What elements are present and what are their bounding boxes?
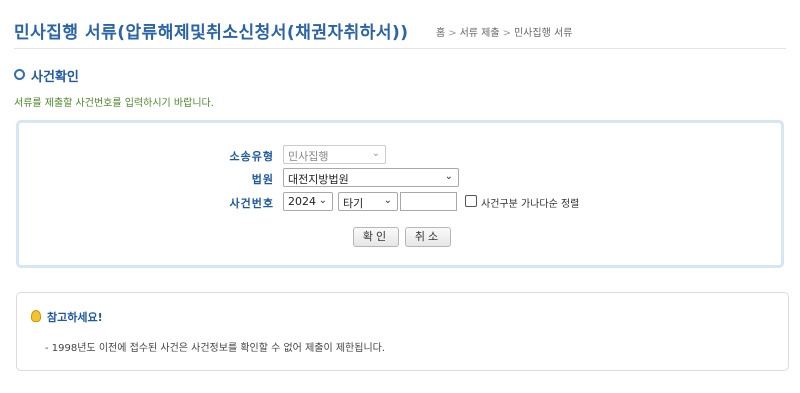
case-type-select[interactable]: 민사집행 ⌄ — [283, 145, 386, 164]
section-title-text: 사건확인 — [31, 70, 79, 85]
case-year-select[interactable]: 2024 ⌄ — [283, 192, 333, 211]
case-number-input[interactable] — [400, 192, 457, 211]
notice-text: - 1998년도 이전에 접수된 사건은 사건정보를 확인할 수 없어 제출이 … — [45, 343, 386, 354]
case-type-label: 소송유형 — [229, 150, 274, 163]
chevron-down-icon: ⌄ — [371, 148, 380, 159]
case-type-value: 민사집행 — [288, 150, 329, 163]
lightbulb-icon — [31, 310, 41, 322]
section-title: 사건확인 — [14, 66, 79, 85]
cancel-button[interactable]: 취소 — [405, 227, 451, 247]
case-type-code-value: 타기 — [343, 197, 364, 210]
case-type-row: 소송유형 민사집행 ⌄ — [19, 145, 781, 165]
court-label: 법원 — [251, 173, 274, 186]
breadcrumb-home[interactable]: 홈 — [436, 28, 445, 39]
court-value: 대전지방법원 — [288, 173, 349, 186]
case-number-label: 사건번호 — [229, 197, 274, 210]
chevron-down-icon: ⌄ — [383, 195, 392, 206]
breadcrumb-document-submission[interactable]: 서류 제출 — [460, 28, 500, 39]
case-check-form: 소송유형 민사집행 ⌄ 법원 대전지방법원 ⌄ 사건번호 2024 ⌄ 타기 ⌄… — [16, 120, 784, 268]
confirm-button[interactable]: 확인 — [353, 227, 399, 247]
case-year-value: 2024 — [288, 195, 316, 208]
page-header: 민사집행 서류(압류해제및취소신청서(채권자취하서)) 홈 > 서류 제출 > 민사집행… — [14, 18, 786, 49]
breadcrumb: 홈 > 서류 제출 > 민사집행 서류 — [436, 24, 572, 39]
bullet-icon — [14, 69, 25, 80]
breadcrumb-separator: > — [448, 28, 457, 39]
page-title: 민사집행 서류(압류해제및취소신청서(채권자취하서)) — [14, 23, 409, 43]
sort-alphabetical-checkbox[interactable] — [465, 195, 477, 207]
case-type-code-select[interactable]: 타기 ⌄ — [338, 192, 398, 211]
breadcrumb-civil-execution: 민사집행 서류 — [513, 28, 573, 39]
notice-box: 참고하세요! - 1998년도 이전에 접수된 사건은 사건정보를 확인할 수 … — [16, 292, 789, 371]
notice-title-text: 참고하세요! — [47, 311, 103, 324]
sort-alphabetical-label: 사건구분 가나다순 정렬 — [481, 199, 580, 210]
chevron-down-icon: ⌄ — [444, 171, 453, 182]
notice-title: 참고하세요! — [31, 309, 103, 325]
instruction-text: 서류를 제출할 사건번호를 입력하시기 바랍니다. — [14, 98, 214, 109]
court-row: 법원 대전지방법원 ⌄ — [19, 168, 781, 188]
case-number-row: 사건번호 2024 ⌄ 타기 ⌄ 사건구분 가나다순 정렬 — [19, 192, 781, 212]
breadcrumb-separator: > — [502, 28, 511, 39]
chevron-down-icon: ⌄ — [318, 195, 327, 206]
court-select[interactable]: 대전지방법원 ⌄ — [283, 168, 459, 187]
